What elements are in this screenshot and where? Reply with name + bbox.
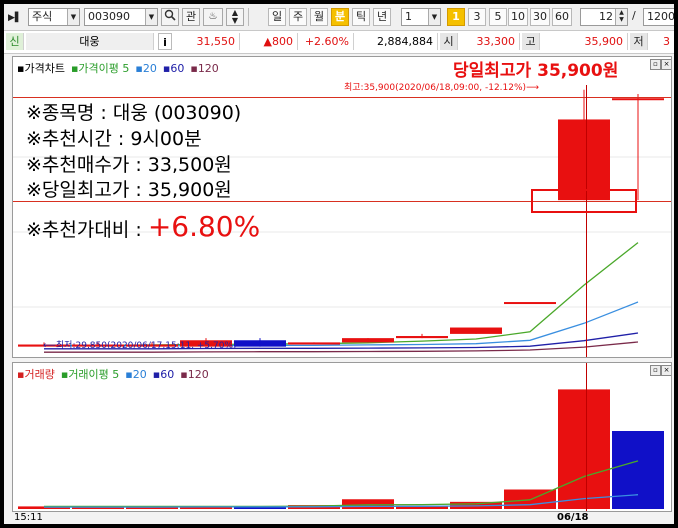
high-price: 35,900 — [540, 33, 628, 50]
current-price: 31,550 — [176, 33, 240, 50]
highlight-top-line — [13, 97, 671, 98]
moving-average-ma5 — [44, 242, 639, 347]
stock-code-input[interactable]: 003090 ▼ — [84, 8, 158, 26]
period-minute[interactable]: 분 — [331, 8, 349, 26]
candle-body — [396, 336, 448, 339]
market-value: 주식 — [32, 10, 53, 23]
stock-code-value: 003090 — [88, 10, 130, 23]
total-count: 1200 — [643, 8, 674, 26]
legend-ma120: ▪120 — [190, 62, 219, 75]
info-button[interactable]: i — [158, 33, 172, 50]
updown-spinner[interactable]: ▲ ▼ — [226, 8, 244, 26]
legend-price: ▪가격차트 — [17, 62, 65, 75]
max-price-note: 최고:35,900(2020/06/18,09:00, -12.12%)⟶ — [344, 83, 539, 93]
period-tick[interactable]: 틱 — [352, 8, 370, 26]
pane-close-icon[interactable]: × — [661, 59, 671, 70]
minute-30-button[interactable]: 30 — [530, 8, 550, 26]
volume-chart — [18, 389, 664, 509]
volume-chart-pane[interactable]: ▪거래량 ▪거래이평 5 ▪20 ▪60 ▪120 ▫ × — [12, 362, 672, 512]
high-label: 고 — [522, 33, 540, 50]
minute-3-button[interactable]: 3 — [468, 8, 486, 26]
minute-1-button[interactable]: 1 — [447, 8, 465, 26]
open-label: 시 — [440, 33, 458, 50]
min-price-note: ⟵최저:29,850(2020/06/17,15:11, +5.70%) — [43, 341, 237, 351]
period-day[interactable]: 일 — [268, 8, 286, 26]
credit-badge: 신 — [6, 33, 24, 50]
candle-body — [450, 327, 502, 334]
legend-ma5: ▪가격이평 5 — [70, 62, 130, 75]
expand-arrow-icon[interactable]: ▶▌ — [8, 10, 22, 28]
search-button[interactable] — [161, 8, 179, 26]
info-recommend-time: ※추천시간 : 9시00분 — [26, 128, 202, 150]
search-icon — [164, 9, 176, 21]
count-value: 12 — [599, 10, 613, 23]
candle-body — [234, 340, 286, 347]
divider — [248, 8, 252, 26]
volume-legend: ▪거래량 ▪거래이평 5 ▪20 ▪60 ▪120 — [17, 366, 215, 382]
count-input[interactable]: 12 ▲ ▼ — [580, 8, 628, 26]
trade-volume: 2,884,884 — [354, 33, 438, 50]
interval-value: 1 — [405, 10, 412, 23]
chevron-down-icon: ▼ — [428, 9, 440, 25]
volume-bar — [612, 431, 664, 509]
minute-60-button[interactable]: 60 — [552, 8, 572, 26]
legend-ma20: ▪20 — [135, 62, 157, 75]
legend-vol-ma60: ▪60 — [152, 368, 175, 381]
period-year[interactable]: 년 — [373, 8, 391, 26]
info-ratio-value: +6.80% — [147, 210, 261, 243]
legend-vol-ma20: ▪20 — [125, 368, 147, 381]
time-axis-left: 15:11 — [14, 512, 43, 523]
price-legend: ▪가격차트 ▪가격이평 5 ▪20 ▪60 ▪120 — [17, 60, 225, 76]
price-chart-pane[interactable]: ▪가격차트 ▪가격이평 5 ▪20 ▪60 ▪120 당일최고가 35,900원 최고:… — [12, 56, 672, 358]
info-ratio: ※추천가대비 : +6.80% — [26, 213, 260, 242]
spinner-icon: ▲ ▼ — [615, 9, 627, 25]
time-axis-center: 06/18 — [557, 512, 589, 523]
pane-minimize-icon[interactable]: ▫ — [650, 365, 661, 376]
open-price: 33,300 — [458, 33, 520, 50]
bell-icon[interactable]: ♨ — [203, 8, 223, 26]
legend-vol-ma5: ▪거래이평 5 — [60, 368, 120, 381]
related-button[interactable]: 관 — [182, 8, 200, 26]
legend-volume: ▪거래량 — [17, 368, 55, 381]
candle-body — [504, 302, 556, 305]
market-select[interactable]: 주식 ▼ — [28, 8, 80, 26]
price-change: ▲800 — [240, 33, 298, 50]
low-label: 저 — [630, 33, 648, 50]
info-day-high: ※당일최고가 : 35,900원 — [26, 179, 232, 201]
change-rate: +2.60% — [298, 33, 354, 50]
quote-bar: 신 대웅 i 31,550 ▲800 +2.60% 2,884,884 시 33… — [4, 31, 674, 54]
period-month[interactable]: 월 — [310, 8, 328, 26]
candle-body — [612, 98, 664, 101]
info-recommend-price: ※추천매수가 : 33,500원 — [26, 154, 232, 176]
stock-name: 대웅 — [26, 33, 154, 50]
legend-ma60: ▪60 — [162, 62, 185, 75]
headline-high: 당일최고가 35,900원 — [453, 61, 619, 81]
interval-select[interactable]: 1 ▼ — [401, 8, 441, 26]
chevron-down-icon: ▼ — [67, 9, 79, 25]
period-week[interactable]: 주 — [289, 8, 307, 26]
legend-vol-ma120: ▪120 — [180, 368, 209, 381]
highlight-box — [531, 189, 637, 213]
volume-bar — [558, 389, 610, 509]
toolbar: ▶▌ 주식 ▼ 003090 ▼ 관 ♨ ▲ ▼ 일 주 월 분 틱 년 1 ▼ … — [4, 4, 674, 31]
crosshair-line — [586, 363, 587, 511]
info-stock-name: ※종목명 : 대웅 (003090) — [26, 102, 242, 124]
minute-5-button[interactable]: 5 — [489, 8, 507, 26]
chevron-down-icon: ▼ — [145, 9, 157, 25]
low-price: 3 — [663, 35, 670, 48]
count-separator: / — [632, 9, 636, 22]
pane-minimize-icon[interactable]: ▫ — [650, 59, 661, 70]
minute-10-button[interactable]: 10 — [508, 8, 528, 26]
candle-body — [342, 338, 394, 343]
chart-window: ▶▌ 주식 ▼ 003090 ▼ 관 ♨ ▲ ▼ 일 주 월 분 틱 년 1 ▼ … — [3, 3, 675, 525]
info-ratio-label: ※추천가대비 : — [26, 219, 148, 241]
crosshair-line — [586, 85, 587, 357]
pane-close-icon[interactable]: × — [661, 365, 671, 376]
candle-body — [288, 342, 340, 345]
